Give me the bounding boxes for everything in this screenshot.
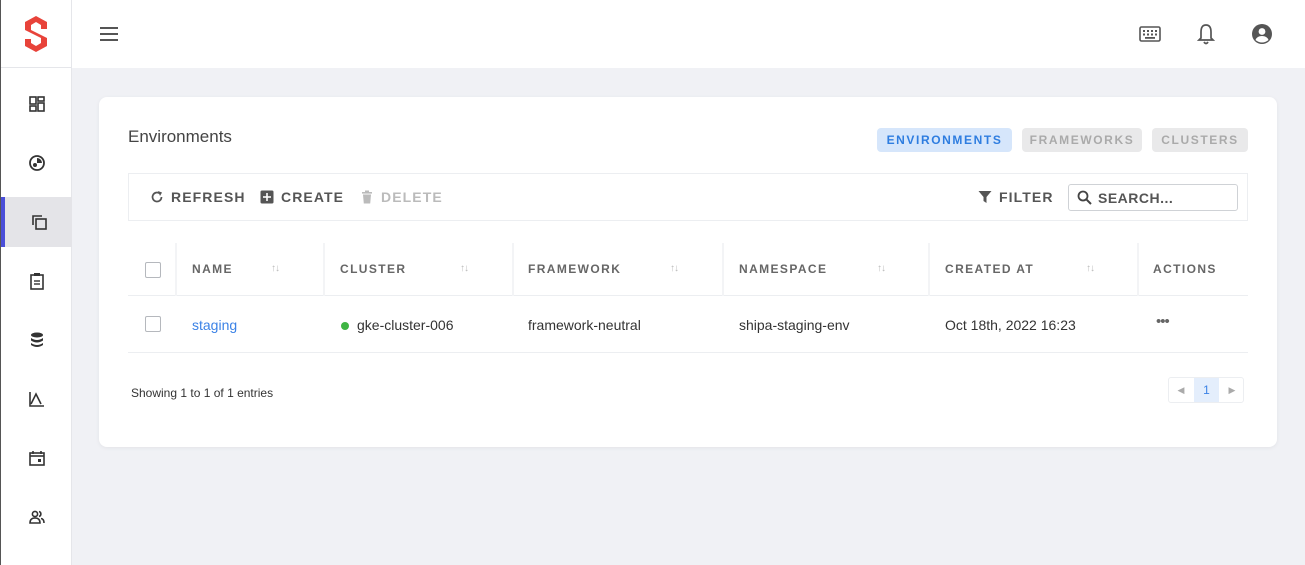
sidebar — [0, 0, 72, 565]
environments-icon — [31, 215, 47, 230]
row-checkbox[interactable] — [145, 316, 161, 332]
tab-environments[interactable]: ENVIRONMENTS — [877, 128, 1012, 152]
delete-label: DELETE — [381, 189, 443, 205]
menu-icon — [100, 27, 118, 41]
column-divider — [323, 243, 325, 296]
filter-label: FILTER — [999, 189, 1054, 205]
database-icon — [30, 332, 43, 347]
bell-icon — [1197, 24, 1215, 45]
table-header: NAME ↑↓ CLUSTER ↑↓ FRAMEWORK ↑↓ NAMESPAC… — [128, 243, 1248, 296]
dashboard-icon — [28, 96, 45, 112]
sidebar-item-database[interactable] — [1, 315, 72, 365]
add-box-icon — [260, 190, 274, 204]
row-actions-button[interactable]: ••• — [1156, 313, 1170, 330]
page-number[interactable]: 1 — [1194, 378, 1219, 402]
sort-icon[interactable]: ↑↓ — [460, 263, 469, 274]
column-divider — [512, 243, 514, 296]
notifications-button[interactable] — [1194, 22, 1218, 46]
sidebar-item-metrics[interactable] — [1, 374, 72, 424]
menu-button[interactable] — [100, 24, 122, 44]
apps-icon — [28, 155, 45, 171]
column-header-name[interactable]: NAME — [192, 262, 233, 276]
page-title: Environments — [128, 127, 232, 146]
table-toolbar: REFRESH CREATE DELETE FILTER — [128, 173, 1248, 221]
entries-info: Showing 1 to 1 of 1 entries — [131, 386, 274, 400]
brand-logo[interactable] — [1, 0, 71, 68]
clipboard-icon — [29, 273, 44, 290]
column-divider — [175, 243, 177, 296]
column-header-actions: ACTIONS — [1153, 262, 1217, 276]
column-divider — [722, 243, 724, 296]
filter-button[interactable]: FILTER — [978, 188, 1054, 206]
column-divider — [928, 243, 930, 296]
shipa-logo-icon — [25, 15, 47, 52]
sidebar-item-environments[interactable] — [1, 197, 72, 247]
cluster-cell: gke-cluster-006 — [357, 317, 454, 333]
refresh-icon — [151, 191, 163, 203]
chart-icon — [28, 392, 44, 407]
column-divider — [1137, 243, 1139, 296]
search-icon — [1077, 190, 1092, 205]
calendar-icon — [28, 451, 45, 466]
top-bar — [72, 0, 1305, 68]
filter-icon — [978, 191, 992, 203]
prev-page-icon[interactable]: ◀ — [1169, 378, 1193, 402]
table-row: staging gke-cluster-006 framework-neutra… — [128, 296, 1248, 353]
environment-name-link[interactable]: staging — [192, 317, 237, 333]
sort-icon[interactable]: ↑↓ — [877, 263, 886, 274]
refresh-label: REFRESH — [171, 189, 246, 205]
sidebar-item-calendar[interactable] — [1, 433, 72, 483]
account-button[interactable] — [1250, 22, 1274, 46]
cluster-status-dot — [341, 322, 349, 330]
create-button[interactable]: CREATE — [260, 188, 344, 206]
sidebar-item-users[interactable] — [1, 492, 72, 542]
namespace-cell: shipa-staging-env — [739, 317, 850, 333]
column-header-cluster[interactable]: CLUSTER — [340, 262, 406, 276]
tab-clusters[interactable]: CLUSTERS — [1152, 128, 1248, 152]
column-header-created-at[interactable]: CREATED AT — [945, 262, 1034, 276]
create-label: CREATE — [281, 189, 345, 205]
refresh-button[interactable]: REFRESH — [150, 188, 246, 206]
keyboard-shortcuts-button[interactable] — [1138, 22, 1162, 46]
account-icon — [1252, 24, 1272, 44]
sidebar-item-clipboard[interactable] — [1, 256, 72, 306]
pagination: ◀ 1 ▶ — [1168, 377, 1244, 403]
sidebar-item-apps[interactable] — [1, 138, 72, 188]
column-header-namespace[interactable]: NAMESPACE — [739, 262, 827, 276]
next-page-icon[interactable]: ▶ — [1220, 378, 1244, 402]
users-icon — [28, 510, 45, 524]
search-input[interactable] — [1098, 189, 1228, 206]
keyboard-icon — [1139, 26, 1161, 42]
sort-icon[interactable]: ↑↓ — [271, 263, 280, 274]
select-all-checkbox[interactable] — [145, 262, 161, 278]
sort-icon[interactable]: ↑↓ — [670, 263, 679, 274]
trash-icon — [362, 190, 372, 204]
sort-icon[interactable]: ↑↓ — [1086, 263, 1095, 274]
delete-button[interactable]: DELETE — [360, 188, 443, 206]
environments-card: Environments ENVIRONMENTS FRAMEWORKS CLU… — [99, 97, 1277, 447]
column-header-framework[interactable]: FRAMEWORK — [528, 262, 621, 276]
framework-cell: framework-neutral — [528, 317, 641, 333]
search-box[interactable] — [1068, 184, 1238, 211]
sidebar-item-dashboard[interactable] — [1, 79, 72, 129]
created-at-cell: Oct 18th, 2022 16:23 — [945, 317, 1076, 333]
tab-frameworks[interactable]: FRAMEWORKS — [1022, 128, 1142, 152]
